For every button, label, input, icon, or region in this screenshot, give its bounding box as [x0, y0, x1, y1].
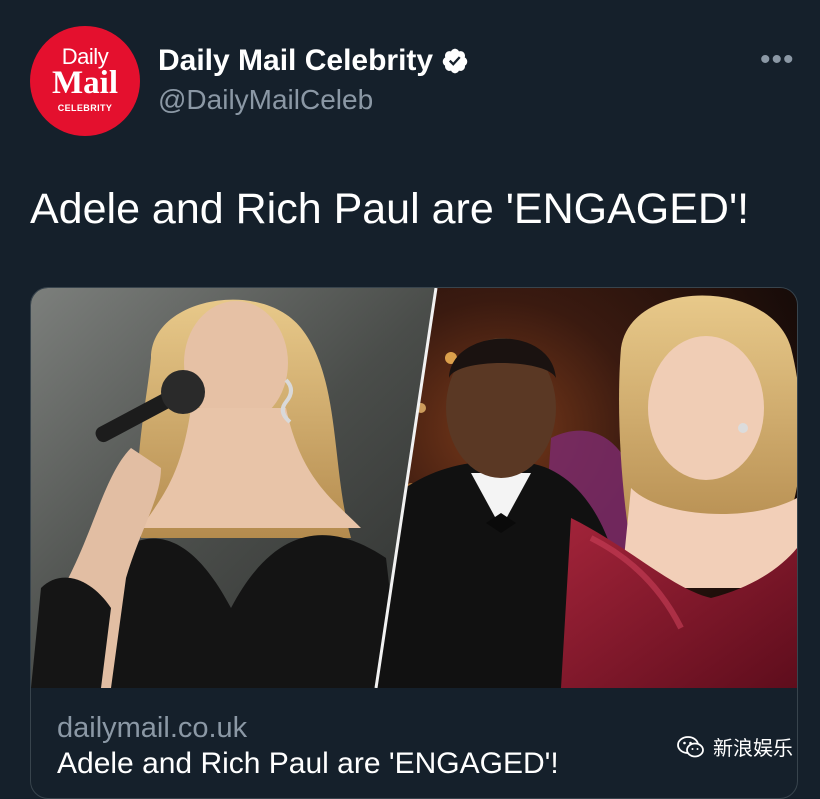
account-name-row[interactable]: Daily Mail Celebrity: [158, 44, 469, 78]
verified-badge-icon: [442, 48, 468, 74]
avatar-logo-line2: Mail: [52, 65, 118, 101]
wechat-icon: [677, 735, 704, 757]
watermark: 新浪娱乐: [677, 732, 793, 761]
account-handle[interactable]: @DailyMailCeleb: [158, 84, 373, 116]
more-options-icon[interactable]: •••: [760, 45, 795, 75]
avatar-logo-line3: CELEBRITY: [57, 103, 113, 113]
card-title: Adele and Rich Paul are 'ENGAGED'!: [57, 747, 559, 780]
account-name[interactable]: Daily Mail Celebrity: [158, 44, 433, 78]
watermark-text: 新浪娱乐: [713, 736, 793, 760]
card-photo-illustration: [31, 288, 797, 688]
avatar[interactable]: Daily Mail CELEBRITY: [30, 26, 140, 136]
card-image[interactable]: [31, 288, 797, 688]
card-domain: dailymail.co.uk: [57, 712, 248, 744]
link-card[interactable]: dailymail.co.uk Adele and Rich Paul are …: [30, 287, 798, 799]
tweet-text: Adele and Rich Paul are 'ENGAGED'!: [30, 185, 750, 233]
